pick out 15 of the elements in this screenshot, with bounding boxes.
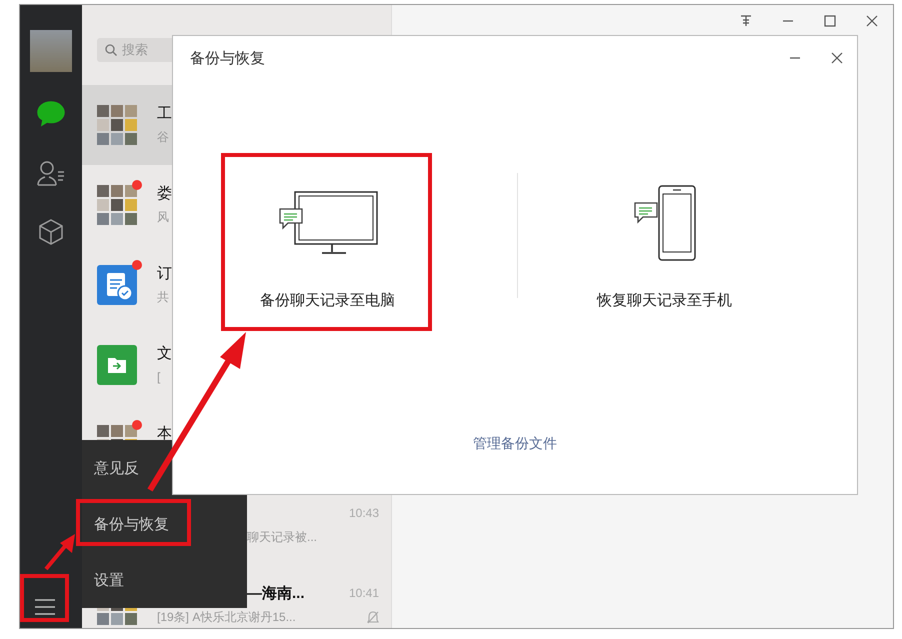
dialog-title: 备份与恢复: [190, 48, 265, 68]
message-time: 10:41: [348, 586, 379, 600]
message-preview: 风: [157, 208, 169, 226]
chat-title: 工: [157, 104, 172, 122]
chat-title: 文: [157, 344, 172, 362]
chat-title: 本: [157, 424, 172, 442]
message-preview: 谷: [157, 128, 169, 146]
message-preview: [: [157, 370, 160, 384]
message-preview: 共: [157, 288, 169, 306]
chat-title: 订: [157, 264, 172, 282]
chat-title: —海南...: [247, 584, 305, 602]
message-preview: [19条] A快乐北京谢丹15...: [157, 608, 296, 626]
message-preview: 聊天记录被...: [247, 528, 318, 546]
chat-title: 娄: [157, 184, 172, 202]
message-time: 10:43: [348, 506, 379, 520]
